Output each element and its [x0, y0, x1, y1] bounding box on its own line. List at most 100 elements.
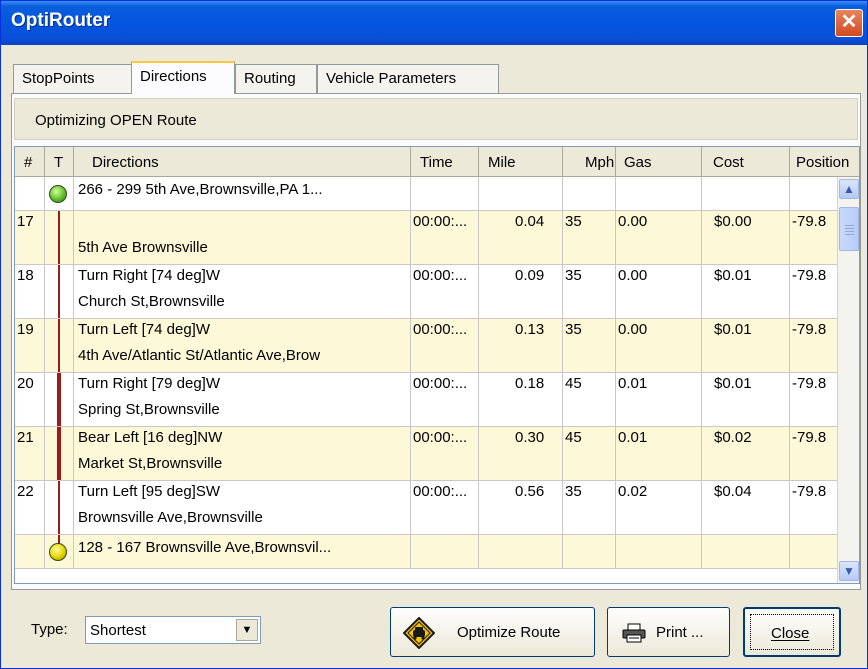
row-cost	[702, 177, 790, 210]
row-position: -79.8	[792, 321, 827, 338]
row-cost: $0.02	[702, 427, 790, 480]
table-row[interactable]: 20 Turn Right [79 deg]W Spring St,Browns…	[15, 373, 839, 427]
scroll-up-icon[interactable]: ▲	[839, 179, 859, 199]
row-position	[790, 177, 839, 210]
table-row[interactable]: 22 Turn Left [95 deg]SW Brownsville Ave,…	[15, 481, 839, 535]
row-type-cell	[45, 535, 74, 568]
green-circle-icon	[49, 185, 67, 203]
direction-street: Market St,Brownsville	[78, 455, 223, 472]
row-type-cell	[45, 427, 74, 480]
table-row[interactable]: 128 - 167 Brownsville Ave,Brownsvil...	[15, 535, 839, 569]
tab-directions[interactable]: Directions	[131, 61, 235, 94]
row-position: -79.8	[792, 267, 827, 284]
row-mph: 35	[563, 265, 616, 318]
title-bar[interactable]: OptiRouter ✕	[1, 1, 867, 45]
direction-street: Church St,Brownsville	[78, 293, 225, 310]
row-mile	[479, 535, 563, 568]
row-type-cell	[45, 319, 74, 372]
chevron-down-icon[interactable]: ▼	[236, 619, 258, 641]
row-gas: 0.00	[616, 211, 702, 264]
row-number: 19	[15, 319, 45, 372]
row-gas	[616, 177, 702, 210]
row-cost: $0.01	[702, 319, 790, 372]
row-directions: Turn Right [74 deg]W Church St,Brownsvil…	[74, 265, 411, 318]
row-mile: 0.09	[479, 265, 563, 318]
scroll-thumb[interactable]	[839, 207, 859, 251]
close-button[interactable]: Close	[743, 607, 841, 657]
table-row[interactable]: 18 Turn Right [74 deg]W Church St,Browns…	[15, 265, 839, 319]
direction-line-1: 128 - 167 Brownsville Ave,Brownsvil...	[78, 539, 332, 556]
window-close-icon[interactable]: ✕	[835, 9, 863, 37]
col-header-time[interactable]: Time	[411, 147, 479, 177]
row-gas: 0.00	[616, 319, 702, 372]
row-cost: $0.00	[702, 211, 790, 264]
col-header-mph[interactable]: Mph	[563, 147, 616, 177]
row-mile: 0.30	[479, 427, 563, 480]
vertical-scrollbar[interactable]: ▲ ▼	[837, 177, 859, 583]
row-mph: 45	[563, 373, 616, 426]
route-status-text: Optimizing OPEN Route	[35, 112, 197, 129]
row-gas: 0.02	[616, 481, 702, 534]
row-cost	[702, 535, 790, 568]
row-directions: Turn Left [74 deg]W 4th Ave/Atlantic St/…	[74, 319, 411, 372]
col-header-type[interactable]: T	[45, 147, 74, 177]
row-number	[15, 535, 45, 568]
row-time: 00:00:...	[411, 373, 479, 426]
col-header-position[interactable]: Position	[790, 147, 859, 177]
row-cost: $0.01	[702, 265, 790, 318]
row-mile	[479, 177, 563, 210]
row-time: 00:00:...	[411, 211, 479, 264]
col-header-gas[interactable]: Gas	[616, 147, 702, 177]
route-segment-line	[58, 211, 60, 264]
direction-street: 4th Ave/Atlantic St/Atlantic Ave,Brow	[78, 347, 321, 364]
optimize-route-button[interactable]: Optimize Route	[390, 607, 595, 657]
direction-street: Brownsville Ave,Brownsville	[78, 509, 263, 526]
row-directions: 266 - 299 5th Ave,Brownsville,PA 1...	[74, 177, 411, 210]
route-segment-line	[58, 319, 60, 372]
row-time	[411, 177, 479, 210]
direction-turn: Bear Left [16 deg]NW	[78, 429, 223, 446]
row-mile: 0.04	[479, 211, 563, 264]
row-directions: Turn Right [79 deg]W Spring St,Brownsvil…	[74, 373, 411, 426]
row-time	[411, 535, 479, 568]
table-row[interactable]: 266 - 299 5th Ave,Brownsville,PA 1...	[15, 177, 839, 211]
route-segment-line	[57, 373, 61, 426]
direction-street: Spring St,Brownsville	[78, 401, 220, 418]
printer-icon	[622, 623, 646, 643]
direction-turn: Turn Right [79 deg]W	[78, 375, 221, 392]
row-mile: 0.56	[479, 481, 563, 534]
close-label: Close	[771, 625, 810, 642]
route-segment-line	[57, 427, 61, 480]
route-segment-line	[58, 481, 60, 534]
col-header-mile[interactable]: Mile	[479, 147, 563, 177]
row-gas: 0.01	[616, 427, 702, 480]
row-position: -79.8	[792, 429, 827, 446]
direction-street: 5th Ave Brownsville	[78, 239, 208, 256]
row-cost: $0.01	[702, 373, 790, 426]
col-header-number[interactable]: #	[15, 147, 45, 177]
table-row[interactable]: 21 Bear Left [16 deg]NW Market St,Browns…	[15, 427, 839, 481]
col-header-directions[interactable]: Directions	[74, 147, 411, 177]
col-header-cost[interactable]: Cost	[702, 147, 790, 177]
row-number: 22	[15, 481, 45, 534]
row-number: 17	[15, 211, 45, 264]
print-button[interactable]: Print ...	[607, 607, 730, 657]
type-select[interactable]: Shortest ▼	[85, 616, 261, 644]
directions-grid: # T Directions Time Mile Mph Gas Cost Po…	[14, 146, 860, 584]
row-gas	[616, 535, 702, 568]
tab-stoppoints[interactable]: StopPoints	[13, 64, 132, 93]
row-number	[15, 177, 45, 210]
row-mile: 0.13	[479, 319, 563, 372]
table-row[interactable]: 17 5th Ave Brownsville 00:00:... 0.04 35…	[15, 211, 839, 265]
optimize-route-label: Optimize Route	[457, 624, 561, 641]
tab-routing[interactable]: Routing	[235, 64, 317, 93]
car-road-sign-icon	[403, 617, 435, 649]
row-mph	[563, 535, 616, 568]
direction-line-1: 266 - 299 5th Ave,Brownsville,PA 1...	[78, 181, 323, 198]
row-directions: Turn Left [95 deg]SW Brownsville Ave,Bro…	[74, 481, 411, 534]
tab-vehicle-parameters[interactable]: Vehicle Parameters	[317, 64, 499, 93]
table-row[interactable]: 19 Turn Left [74 deg]W 4th Ave/Atlantic …	[15, 319, 839, 373]
row-mile: 0.18	[479, 373, 563, 426]
window-title: OptiRouter	[11, 10, 111, 31]
scroll-down-icon[interactable]: ▼	[839, 561, 859, 581]
